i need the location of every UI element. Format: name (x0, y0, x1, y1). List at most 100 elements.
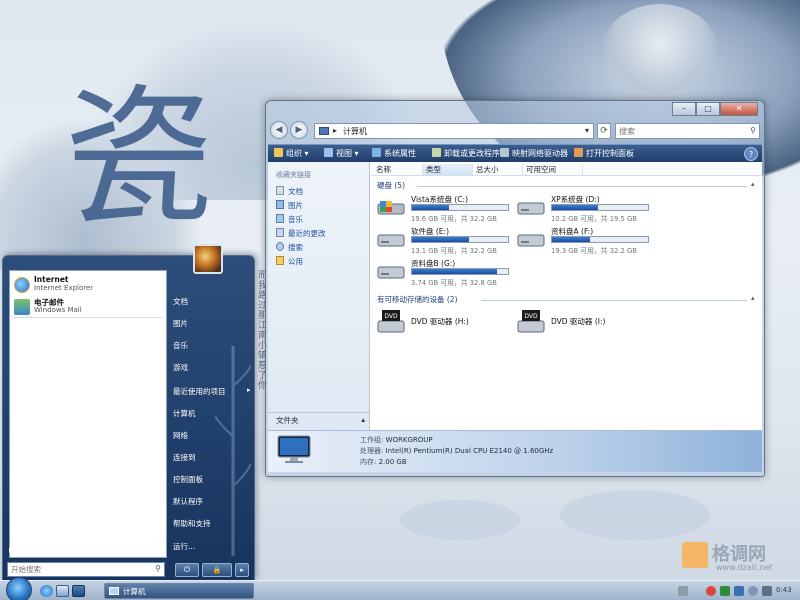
pinned-email[interactable]: 电子邮件 Windows Mail (14, 297, 164, 319)
group-header-removable[interactable]: 有可移动存储的设备 (2) (377, 294, 458, 306)
search-box[interactable]: ⚲ (615, 123, 760, 139)
start-link-recent-items[interactable]: 最近使用的项目 ▸ (173, 386, 255, 400)
toolbar-label: 组织 (286, 149, 302, 158)
quicklaunch-desktop-icon[interactable] (56, 585, 69, 597)
dvd-drive-item[interactable]: DVD DVD 驱动器 (H:) (377, 308, 515, 338)
start-link-control-panel[interactable]: 控制面板 (173, 474, 203, 488)
details-label: 工作组: (360, 436, 384, 444)
search-input[interactable] (619, 125, 741, 137)
pictures-icon (276, 200, 284, 209)
favorite-label: 图片 (288, 201, 303, 210)
tray-keyboard-icon[interactable] (678, 586, 688, 596)
minimize-button[interactable]: – (672, 102, 696, 116)
start-link-default-programs[interactable]: 默认程序 (173, 496, 203, 510)
details-workgroup: 工作组: WORKGROUP (360, 435, 433, 445)
lotus-leaf-decoration (560, 490, 710, 540)
taskbar-button-computer[interactable]: 计算机 (104, 583, 254, 599)
start-link-label: 文档 (173, 297, 188, 306)
start-link-label: 运行... (173, 542, 196, 551)
group-divider (417, 186, 747, 187)
column-header-type[interactable]: 类型 (423, 164, 473, 175)
toolbar-uninstall[interactable]: 卸载或更改程序 (432, 147, 500, 161)
drive-usage-bar (411, 204, 509, 211)
tray-update-icon[interactable] (748, 586, 758, 596)
group-header-hard-disks[interactable]: 硬盘 (5) (377, 180, 405, 192)
start-menu-power-row: ⏻ 🔒 ▸ (169, 561, 255, 579)
lotus-leaf-decoration (400, 500, 520, 540)
forward-button[interactable]: ▶ (290, 121, 308, 139)
quicklaunch-switch-windows-icon[interactable] (72, 585, 85, 597)
tray-shield-icon[interactable] (734, 586, 744, 596)
column-header-name[interactable]: 名称 (373, 164, 423, 175)
toolbar-map-drive[interactable]: 映射网络驱动器 (500, 147, 568, 161)
refresh-button[interactable]: ⟳ (597, 123, 611, 139)
chevron-down-icon[interactable]: ▾ (585, 126, 589, 135)
user-avatar[interactable] (193, 244, 223, 274)
drive-item[interactable]: Vista系统盘 (C:) 19.6 GB 可用，共 32.2 GB (377, 194, 515, 224)
toolbar-system-properties[interactable]: 系统属性 (372, 147, 416, 161)
toolbar-views[interactable]: 视图 ▾ (324, 147, 359, 161)
tray-network-icon[interactable] (720, 586, 730, 596)
column-headers: 名称 类型 总大小 可用空间 (371, 162, 762, 176)
quicklaunch-ie-icon[interactable] (40, 585, 53, 597)
lock-button[interactable]: 🔒 (202, 563, 232, 577)
power-button[interactable]: ⏻ (175, 563, 199, 577)
help-button[interactable]: ? (744, 147, 758, 161)
all-programs-button[interactable]: ▶ 所有程序 (9, 544, 165, 558)
start-link-pictures[interactable]: 图片 (173, 318, 188, 332)
start-link-music[interactable]: 音乐 (173, 340, 188, 354)
command-toolbar: 组织 ▾ 视图 ▾ 系统属性 卸载或更改程序 映射网络驱动器 打开控制面板 ? (268, 144, 762, 162)
favorite-pictures[interactable]: 图片 (276, 200, 303, 212)
breadcrumb-arrow-icon[interactable]: ▸ (333, 126, 337, 135)
search-icon[interactable]: ⚲ (750, 126, 756, 135)
drive-item[interactable]: XP系统盘 (D:) 10.2 GB 可用，共 19.5 GB (517, 194, 655, 224)
back-button[interactable]: ◀ (270, 121, 288, 139)
pinned-separator (14, 317, 162, 318)
shutdown-options-button[interactable]: ▸ (235, 563, 249, 577)
start-link-run[interactable]: 运行... (173, 541, 195, 555)
toolbar-control-panel[interactable]: 打开控制面板 (574, 147, 634, 161)
start-link-connect-to[interactable]: 连接到 (173, 452, 196, 466)
computer-icon (109, 587, 119, 595)
tray-security-icon[interactable] (706, 586, 716, 596)
drive-usage-fill (552, 205, 599, 210)
favorite-search[interactable]: 搜索 (276, 242, 303, 254)
chevron-up-icon[interactable]: ▴ (751, 180, 755, 188)
favorite-recent-changes[interactable]: 最近的更改 (276, 228, 326, 240)
toolbar-organize[interactable]: 组织 ▾ (274, 147, 309, 161)
pinned-internet[interactable]: Internet Internet Explorer (14, 275, 164, 297)
close-button[interactable]: ✕ (720, 102, 758, 116)
search-icon[interactable]: ⚲ (155, 564, 161, 573)
music-icon (276, 214, 284, 223)
computer-icon (319, 127, 329, 135)
column-header-total-size[interactable]: 总大小 (473, 164, 523, 175)
drive-item[interactable]: 资料盘A (F:) 19.3 GB 可用，共 32.2 GB (517, 226, 655, 256)
taskbar-clock[interactable]: 0:43 (776, 586, 792, 594)
favorite-public[interactable]: 公用 (276, 256, 303, 268)
start-link-label: 最近使用的项目 (173, 387, 226, 396)
folders-toggle[interactable]: 文件夹 ▴ (268, 412, 369, 426)
favorite-documents[interactable]: 文档 (276, 186, 303, 198)
start-link-games[interactable]: 游戏 (173, 362, 188, 376)
drive-item[interactable]: 资料盘B (G:) 3.74 GB 可用，共 32.8 GB (377, 258, 515, 288)
dvd-drive-item[interactable]: DVD DVD 驱动器 (I:) (517, 308, 655, 338)
dvd-drive-icon: DVD (377, 310, 405, 333)
maximize-button[interactable]: □ (696, 102, 720, 116)
start-search-box[interactable]: ⚲ (7, 562, 165, 577)
start-link-computer[interactable]: 计算机 (173, 408, 196, 422)
start-link-help[interactable]: 帮助和支持 (173, 518, 211, 532)
drive-space-info: 13.1 GB 可用，共 32.2 GB (411, 247, 497, 255)
address-bar[interactable]: ▸ 计算机 ▾ (314, 123, 594, 139)
drive-item[interactable]: 软件盘 (E:) 13.1 GB 可用，共 32.2 GB (377, 226, 515, 256)
start-link-network[interactable]: 网络 (173, 430, 188, 444)
start-link-label: 默认程序 (173, 497, 203, 506)
start-link-documents[interactable]: 文档 (173, 296, 188, 310)
chevron-up-icon[interactable]: ▴ (751, 294, 755, 302)
start-link-label: 图片 (173, 319, 188, 328)
favorite-music[interactable]: 音乐 (276, 214, 303, 226)
start-search-input[interactable] (11, 564, 146, 575)
drive-space-info: 3.74 GB 可用，共 32.8 GB (411, 279, 497, 287)
tray-volume-icon[interactable] (762, 586, 772, 596)
start-orb-button[interactable] (6, 577, 32, 600)
column-header-free-space[interactable]: 可用空间 (523, 164, 583, 175)
